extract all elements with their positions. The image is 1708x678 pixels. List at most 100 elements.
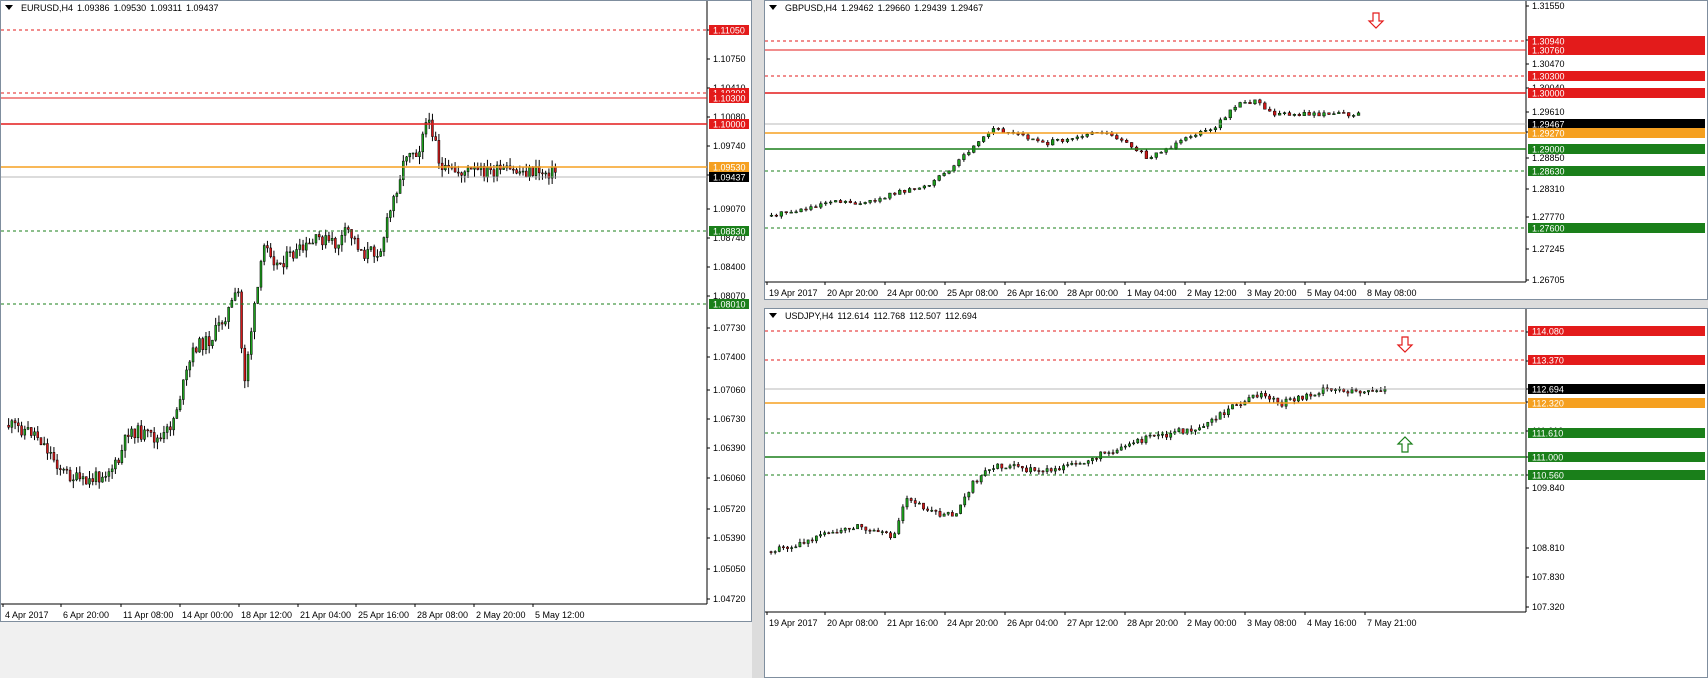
price-tag-label: 111.000 <box>1532 453 1563 463</box>
candle-body <box>814 535 818 542</box>
candle-body <box>959 504 962 514</box>
candle-body <box>1251 394 1255 398</box>
time-axis-label: 2 May 00:00 <box>1187 618 1237 628</box>
candle-body <box>1086 460 1090 464</box>
candle-body <box>1358 390 1362 394</box>
gbpusd-chart-window[interactable]: 1.315501.311101.304701.300401.296101.291… <box>764 0 1708 300</box>
candle-body <box>917 187 922 190</box>
candle-body <box>880 531 884 533</box>
candle-body <box>947 170 951 174</box>
candle-body <box>243 347 247 382</box>
candle-body <box>136 425 140 439</box>
candle-body <box>110 468 114 472</box>
candle-body <box>790 547 794 549</box>
candle-body <box>191 347 195 363</box>
candle-body <box>823 532 827 535</box>
candle-body <box>1058 468 1061 471</box>
candle-body <box>1033 467 1037 471</box>
candle-body <box>901 506 905 521</box>
candle-body <box>1334 389 1337 391</box>
candle-body <box>1301 395 1304 400</box>
candle-body <box>942 173 946 176</box>
chart-menu-icon[interactable] <box>769 313 777 318</box>
candle-body <box>777 546 781 552</box>
candle-body <box>392 196 395 212</box>
candle-body <box>220 322 224 325</box>
eurusd-chart-canvas[interactable]: 1.110501.107501.104101.100801.097401.094… <box>1 1 752 622</box>
candle-body <box>1169 433 1173 438</box>
candle-body <box>324 235 327 246</box>
candle-body <box>65 468 69 471</box>
candle-body <box>1292 398 1296 402</box>
candle-body <box>930 509 934 512</box>
eurusd-chart-window[interactable]: 1.110501.107501.104101.100801.097401.094… <box>0 0 752 622</box>
horizontal-splitter[interactable] <box>764 300 1708 308</box>
price-axis-label: 1.28850 <box>1532 153 1565 163</box>
candle-body <box>311 242 314 245</box>
price-axis-label: 1.10750 <box>713 54 746 64</box>
candle-body <box>1235 404 1239 406</box>
candle-body <box>835 531 839 534</box>
candle-body <box>996 128 1001 130</box>
candle-body <box>227 307 230 322</box>
chart-menu-icon[interactable] <box>5 5 13 10</box>
candle-body <box>1004 467 1008 470</box>
candle-body <box>1292 114 1297 116</box>
candle-body <box>829 201 833 204</box>
candle-body <box>36 431 39 438</box>
usdjpy-chart-window[interactable]: 114.080 113.370 112.694 112.320 111.610 111.0… <box>764 308 1708 678</box>
time-axis-label: 11 Apr 08:00 <box>123 610 173 620</box>
candle-body <box>72 479 75 482</box>
candle-body <box>1302 112 1306 116</box>
candle-body <box>856 524 859 530</box>
candle-body <box>1371 390 1374 392</box>
time-axis-label: 3 May 20:00 <box>1247 288 1297 298</box>
usdjpy-chart-canvas[interactable]: 114.080 113.370 112.694 112.320 111.610 111.0… <box>765 309 1708 678</box>
candle-body <box>369 246 373 250</box>
candle-body <box>977 141 981 147</box>
candle-body <box>1000 463 1004 469</box>
candle-body <box>806 539 810 544</box>
vertical-splitter[interactable] <box>752 0 764 678</box>
price-axis-label: 1.29610 <box>1532 107 1565 117</box>
candle-body <box>224 321 227 325</box>
candle-body <box>305 242 308 251</box>
time-axis-label: 19 Apr 2017 <box>769 618 818 628</box>
candle-body <box>340 235 344 246</box>
candle-body <box>182 379 185 400</box>
candle-body <box>20 425 23 436</box>
candle-body <box>988 469 991 471</box>
candle-body <box>1053 468 1057 472</box>
candle-body <box>482 165 486 178</box>
candle-body <box>149 429 153 433</box>
candle-body <box>466 167 470 173</box>
candle-body <box>1115 449 1119 454</box>
candle-body <box>1337 112 1341 114</box>
candle-body <box>376 256 379 258</box>
candle-body <box>473 167 476 170</box>
price-axis-label: 1.05390 <box>713 533 746 543</box>
gbpusd-chart-canvas[interactable]: 1.315501.311101.304701.300401.296101.291… <box>765 1 1708 300</box>
candle-body <box>46 443 49 454</box>
candle-body <box>839 530 843 533</box>
candle-body <box>363 249 366 259</box>
low-value: 112.507 <box>909 311 941 321</box>
candle-body <box>1119 446 1123 451</box>
candle-body <box>78 472 82 480</box>
candle-body <box>934 509 938 512</box>
time-axis-label: 24 Apr 20:00 <box>947 618 998 628</box>
candle-body <box>876 529 880 533</box>
candle-body <box>405 156 408 162</box>
candle-body <box>321 236 324 246</box>
candle-body <box>502 167 505 170</box>
candle-body <box>52 452 56 461</box>
candle-body <box>1091 458 1094 462</box>
price-tag-label: 1.10300 <box>713 94 746 104</box>
price-axis-label: 1.06060 <box>713 473 746 483</box>
candle-body <box>1287 112 1292 116</box>
chart-menu-icon[interactable] <box>769 5 777 10</box>
candle-body <box>1208 129 1213 131</box>
candle-body <box>1189 428 1193 432</box>
candle-body <box>1248 102 1252 105</box>
candle-body <box>282 263 285 268</box>
